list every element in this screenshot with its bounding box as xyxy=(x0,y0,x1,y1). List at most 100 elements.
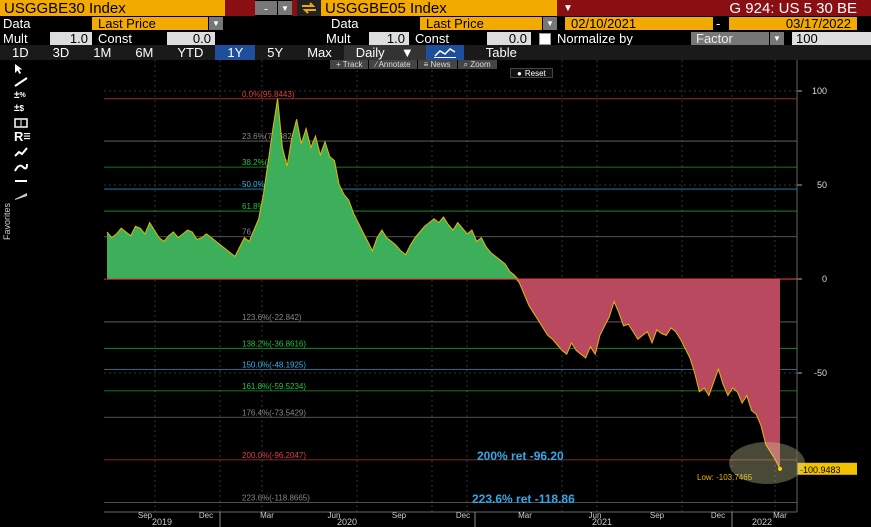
chart-svg[interactable]: 0.0%(95.8443)23.6%(73.3825)38.2%(59.5234… xyxy=(42,60,871,527)
mult2-value: 1.0 xyxy=(386,31,405,46)
x-tick-label: Mar xyxy=(773,511,787,520)
period-5y-button[interactable]: 5Y xyxy=(255,45,295,60)
field1-value: Last Price xyxy=(98,16,156,31)
reset-label: Reset xyxy=(524,68,546,78)
x-year-label: 2021 xyxy=(592,517,612,527)
retracement-tool-icon[interactable]: R ☰ xyxy=(14,129,36,144)
period-1y-button[interactable]: 1Y xyxy=(215,45,256,60)
fib-label: 0.0%(95.8443) xyxy=(242,90,295,99)
period-1m-button[interactable]: 1M xyxy=(81,45,123,60)
period-label: Max xyxy=(307,45,332,60)
fib-label: 223.6%(-118.8665) xyxy=(242,493,310,502)
table-label: Table xyxy=(485,45,517,60)
curve-tool-icon[interactable] xyxy=(14,160,36,173)
normalize-label: Normalize by xyxy=(557,31,633,46)
period-6m-button[interactable]: 6M xyxy=(123,45,165,60)
chevron-down-icon[interactable]: ▼ xyxy=(770,32,784,45)
field1-select[interactable]: Last Price xyxy=(92,16,208,31)
x-tick-label: Dec xyxy=(711,511,725,520)
security1-label: USGGBE30 Index xyxy=(4,0,126,17)
cursor-icon[interactable] xyxy=(14,62,36,75)
chevron-down-icon[interactable]: ▼ xyxy=(209,17,223,30)
x-year-label: 2022 xyxy=(752,517,772,527)
chart-tools: + Track ∕ Annotate ≡ News ⌕ Zoom xyxy=(330,60,498,69)
fib-label: 123.6%(-22.842) xyxy=(242,313,302,322)
news-button[interactable]: ≡ News xyxy=(417,60,457,69)
data-row: Data Last Price ▼ Data Last Price ▼ 02/1… xyxy=(0,16,871,31)
data-label-1: Data xyxy=(3,16,31,31)
mult1-value: 1.0 xyxy=(69,31,88,46)
period-ytd-button[interactable]: YTD xyxy=(165,45,215,60)
favorites-label: Favorites xyxy=(2,202,12,240)
chevron-down-icon[interactable]: ▼ xyxy=(278,1,292,15)
security1-field[interactable]: USGGBE30 Index xyxy=(0,0,225,17)
x-tick-label: Sep xyxy=(392,511,407,520)
spacer xyxy=(225,0,255,16)
field2-select[interactable]: Last Price xyxy=(420,16,542,31)
normalize-select[interactable]: Factor xyxy=(691,31,769,46)
r-label: R xyxy=(14,129,24,144)
const1-input[interactable]: 0.0 xyxy=(167,31,215,46)
mult-label-1: Mult xyxy=(3,31,28,46)
start-date-input[interactable]: 02/10/2021 xyxy=(565,16,713,31)
frequency-select[interactable]: Daily ▼ xyxy=(343,45,426,60)
track-label: + Track xyxy=(336,60,363,69)
reset-button[interactable]: ● Reset xyxy=(510,68,553,78)
period-label: 1D xyxy=(12,45,29,60)
end-date-input[interactable]: 03/17/2022 xyxy=(729,16,857,31)
period-label: 1M xyxy=(93,45,112,60)
end-date: 03/17/2022 xyxy=(785,16,851,31)
period-max-button[interactable]: Max xyxy=(295,45,344,60)
swap-icon[interactable] xyxy=(297,0,321,16)
chevron-down-icon[interactable]: ▼ xyxy=(543,17,557,30)
fib-label: 23.6%(73.3825) xyxy=(242,132,299,141)
period-3d-button[interactable]: 3D xyxy=(41,45,82,60)
normalize-value: Factor xyxy=(696,31,733,46)
reset-icon: ● xyxy=(517,68,522,78)
horizontal-line-icon[interactable] xyxy=(14,174,36,187)
line-chart-icon[interactable] xyxy=(425,45,464,60)
security2-field[interactable]: USGGBE05 Index xyxy=(321,0,557,17)
dollar-label: $ xyxy=(19,104,24,113)
channel-tool-icon[interactable] xyxy=(14,188,36,201)
draw-line-icon[interactable] xyxy=(14,75,36,88)
normalize-checkbox[interactable] xyxy=(539,32,551,45)
field2-value: Last Price xyxy=(426,16,484,31)
header-row: USGGBE30 Index - ▼ USGGBE05 Index ▼ G 92… xyxy=(0,0,871,17)
x-year-label: 2020 xyxy=(337,517,357,527)
left-toolbar: ±% ± $ R ☰ Favorites xyxy=(0,60,42,240)
const2-input[interactable]: 0.0 xyxy=(487,31,531,46)
fib-label: 161.8%(-59.5234) xyxy=(242,382,306,391)
x-tick-label: Sep xyxy=(138,511,153,520)
fib-label: 200.0%(-96.2047) xyxy=(242,451,306,460)
dash-field[interactable]: - xyxy=(255,0,277,16)
mult1-input[interactable]: 1.0 xyxy=(50,31,92,46)
favorites-tab[interactable]: Favorites xyxy=(2,180,12,240)
table-button[interactable]: Table xyxy=(464,45,529,60)
last-value-label: -100.9483 xyxy=(800,465,841,475)
dollar-fib-icon[interactable]: ± $ xyxy=(14,102,36,115)
percent-label: % xyxy=(19,92,26,99)
period-label: YTD xyxy=(177,45,204,60)
chart-title: G 924: US 5 30 BE xyxy=(729,0,857,17)
factor-input[interactable]: 100 xyxy=(792,31,871,46)
chart-area[interactable]: 0.0%(95.8443)23.6%(73.3825)38.2%(59.5234… xyxy=(42,60,871,527)
date-separator: - xyxy=(716,16,721,31)
zoom-button[interactable]: ⌕ Zoom xyxy=(457,60,497,69)
trend-tool-icon[interactable] xyxy=(14,145,36,158)
percent-fib-icon[interactable]: ±% xyxy=(14,89,36,102)
fib-label: 150.0%(-48.1925) xyxy=(242,361,306,370)
period-label: 5Y xyxy=(267,45,284,60)
x-tick-label: Dec xyxy=(456,511,470,520)
track-button[interactable]: + Track xyxy=(330,60,369,69)
data-label-2: Data xyxy=(331,16,359,31)
x-tick-label: Dec xyxy=(199,511,213,520)
title-chevron-icon[interactable]: ▼ xyxy=(563,3,573,14)
text-tool-icon[interactable] xyxy=(14,116,36,129)
period-label: 1Y xyxy=(227,45,244,60)
mult2-input[interactable]: 1.0 xyxy=(369,31,409,46)
period-1d-button[interactable]: 1D xyxy=(0,45,41,60)
fib-label: 138.2%(-36.8616) xyxy=(242,339,306,348)
annotate-button[interactable]: ∕ Annotate xyxy=(369,60,417,69)
dash-label: - xyxy=(263,0,269,16)
